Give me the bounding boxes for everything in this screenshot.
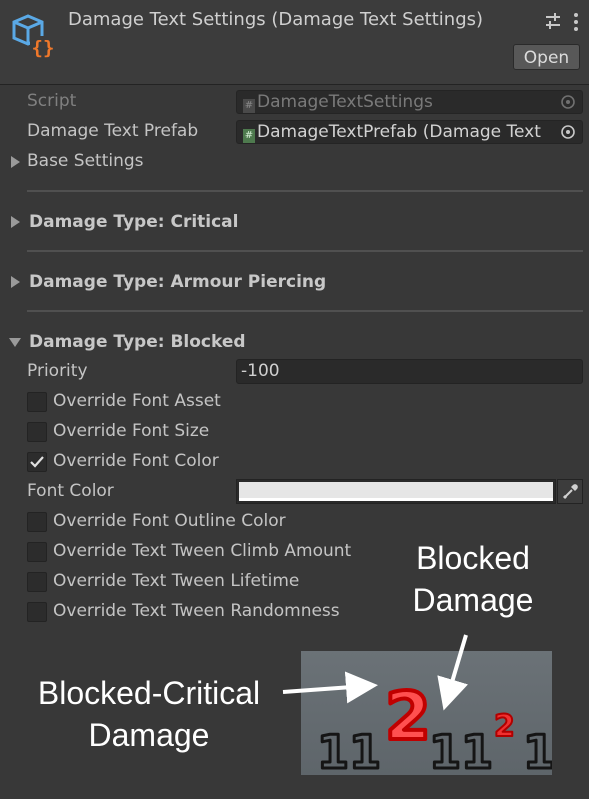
arrow-to-critical bbox=[282, 671, 378, 704]
annotation-arrows bbox=[282, 634, 469, 711]
arrow-to-blocked bbox=[437, 634, 469, 711]
